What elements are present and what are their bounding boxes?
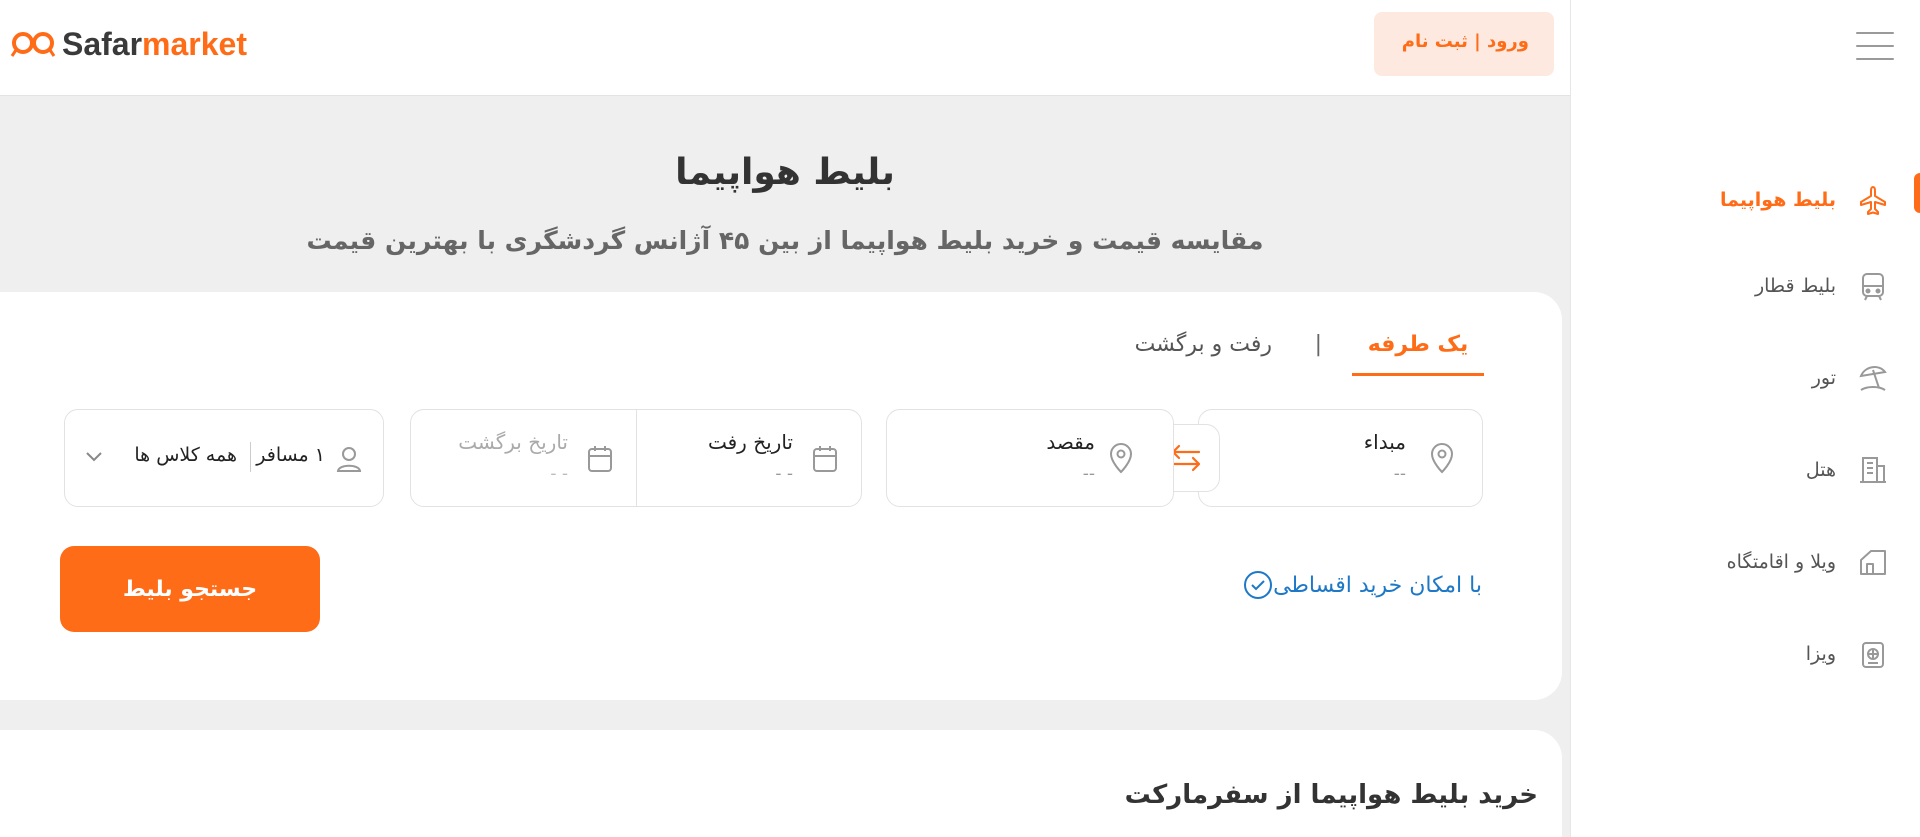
sidebar-item-label: بلیط هواپیما	[1720, 189, 1836, 211]
train-icon	[1856, 269, 1890, 303]
swap-arrows-icon	[1171, 444, 1201, 472]
origin-value: --	[1393, 464, 1406, 484]
cabin-class: همه کلاس ها	[134, 444, 237, 466]
tab-separator: |	[1314, 332, 1322, 357]
return-date-field[interactable]: تاریخ برگشت - -	[411, 410, 636, 506]
calendar-icon	[588, 446, 612, 472]
sidebar-item-label: ویلا و اقامتگاه	[1726, 551, 1836, 573]
passengers-class-field[interactable]: ۱ مسافر همه کلاس ها	[64, 409, 384, 507]
date-fields: تاریخ رفت - - تاریخ برگشت - -	[410, 409, 862, 507]
section-title: خرید بلیط هواپیما از سفرمارکت	[1124, 780, 1538, 810]
top-header: Safar market ورود | ثبت نام	[0, 0, 1570, 96]
return-date-value: - -	[550, 464, 568, 484]
destination-label: مقصد	[1046, 430, 1095, 454]
installment-link[interactable]: با امکان خرید اقساطی	[1233, 570, 1482, 600]
calendar-icon	[813, 446, 837, 472]
sidebar-item-label: ویزا	[1805, 643, 1836, 665]
sidebar-nav: بلیط هواپیما بلیط قطار تور هتل ویلا و اق…	[1570, 160, 1920, 700]
sidebar-item-flight[interactable]: بلیط هواپیما	[1570, 160, 1920, 240]
beach-umbrella-icon	[1856, 361, 1890, 395]
location-pin-icon	[1430, 443, 1454, 474]
destination-value: --	[1082, 464, 1095, 484]
page-title: بلیط هواپیما	[675, 152, 895, 193]
passport-icon	[1856, 637, 1890, 671]
sidebar-item-label: هتل	[1805, 459, 1836, 481]
field-divider	[250, 442, 251, 472]
safarmarket-logo[interactable]: Safar market	[10, 26, 247, 63]
installment-label: با امکان خرید اقساطی	[1273, 572, 1482, 598]
villa-icon	[1856, 545, 1890, 579]
flight-search-card: یک طرفه | رفت و برگشت مبداء -- مقصد -- ت…	[0, 292, 1562, 700]
sidebar-item-visa[interactable]: ویزا	[1570, 608, 1920, 700]
sidebar-item-train[interactable]: بلیط قطار	[1570, 240, 1920, 332]
return-date-label: تاریخ برگشت	[458, 430, 568, 454]
search-tickets-button[interactable]: جستجو بلیط	[60, 546, 320, 632]
sidebar-item-hotel[interactable]: هتل	[1570, 424, 1920, 516]
logo-text-safar: Safar	[62, 26, 143, 62]
logo-text-market: market	[142, 26, 247, 62]
departure-date-value: - -	[775, 464, 793, 484]
info-section-card: خرید بلیط هواپیما از سفرمارکت	[0, 730, 1562, 837]
login-register-button[interactable]: ورود | ثبت نام	[1374, 12, 1554, 76]
page-subtitle: مقایسه قیمت و خرید بلیط هواپیما از بین ۴…	[306, 226, 1264, 255]
departure-date-field[interactable]: تاریخ رفت - -	[635, 410, 861, 506]
departure-date-label: تاریخ رفت	[707, 430, 793, 454]
sidebar-item-tour[interactable]: تور	[1570, 332, 1920, 424]
logo-icon	[10, 31, 56, 57]
hotel-building-icon	[1856, 453, 1890, 487]
tab-one-way[interactable]: یک طرفه	[1352, 332, 1484, 376]
tab-round-trip[interactable]: رفت و برگشت	[1135, 332, 1272, 357]
chevron-down-icon	[86, 452, 102, 462]
right-sidebar: بلیط هواپیما بلیط قطار تور هتل ویلا و اق…	[1570, 0, 1920, 837]
origin-label: مبداء	[1363, 430, 1406, 454]
origin-field[interactable]: مبداء --	[1198, 409, 1483, 507]
check-circle-icon	[1244, 571, 1273, 599]
sidebar-item-label: بلیط قطار	[1754, 275, 1836, 297]
user-icon	[336, 447, 362, 472]
sidebar-item-villa[interactable]: ویلا و اقامتگاه	[1570, 516, 1920, 608]
passenger-count: ۱ مسافر	[256, 444, 325, 466]
date-divider	[636, 410, 637, 506]
destination-field[interactable]: مقصد --	[886, 409, 1174, 507]
airplane-icon	[1856, 183, 1890, 217]
sidebar-item-label: تور	[1811, 367, 1836, 389]
location-pin-icon	[1109, 443, 1133, 474]
hamburger-menu-icon[interactable]	[1856, 32, 1894, 62]
